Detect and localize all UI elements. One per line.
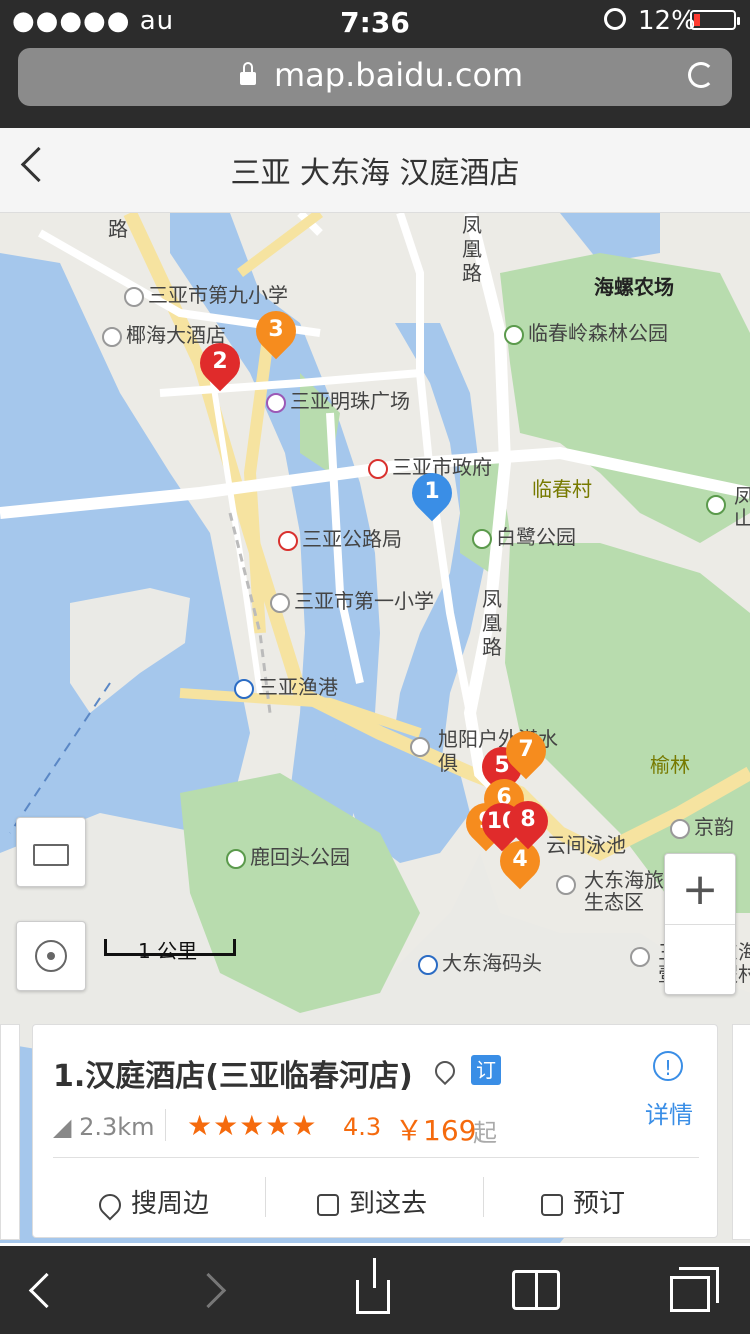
address-bar[interactable]: map.baidu.com: [18, 48, 732, 106]
locate-button[interactable]: [16, 921, 86, 991]
label-bailu-park: 白鹭公园: [472, 521, 576, 550]
school-icon: [270, 592, 290, 613]
label-haoluo-farm: 海螺农场: [594, 275, 674, 299]
page-title: 三亚 大东海 汉庭酒店: [230, 156, 520, 191]
tabs-icon[interactable]: [670, 1267, 719, 1312]
route-icon: [317, 1193, 339, 1216]
park-icon: [472, 528, 492, 549]
label-school9: 三亚市第九小学: [124, 279, 288, 308]
book-button[interactable]: 预订: [541, 1183, 625, 1220]
book-tag: 订: [471, 1055, 501, 1085]
share-icon[interactable]: [356, 1258, 390, 1314]
zoom-out-button[interactable]: [665, 925, 735, 994]
zoom-controls: +: [664, 853, 736, 995]
detail-link[interactable]: 详情: [645, 1095, 693, 1130]
status-bar: ●●●●● au 7:36 12% map.baidu.com: [0, 0, 750, 128]
label-jingyun: 京韵: [670, 811, 734, 840]
next-result-card[interactable]: [732, 1024, 750, 1240]
location-pin-icon[interactable]: [430, 1056, 460, 1086]
lock-icon: [240, 62, 256, 85]
dive-icon: [410, 737, 430, 757]
label-fenghuang-road-1: 凤凰路: [462, 213, 482, 285]
map-pin-8[interactable]: 8: [499, 792, 557, 851]
result-card[interactable]: 1.汉庭酒店(三亚临春河店) 订 ! 详情 ◢ 2.3km ★★★★★ 4.3 …: [32, 1024, 718, 1238]
layer-button[interactable]: [16, 817, 86, 887]
museum-icon: [556, 875, 576, 895]
school-icon: [124, 286, 144, 307]
building-icon: [670, 818, 690, 839]
label-road-bureau: 三亚公路局: [278, 523, 402, 552]
browser-back-icon[interactable]: [28, 1272, 65, 1309]
shopping-icon: [266, 392, 286, 413]
map-pin-2[interactable]: 2: [191, 334, 249, 393]
label-yunjian-pool: 云间泳池: [546, 833, 626, 857]
label-feng-mtn: 凤山: [706, 485, 750, 529]
navigate-button[interactable]: 到这去: [317, 1183, 427, 1220]
zoom-in-button[interactable]: +: [665, 864, 735, 915]
government-icon: [368, 458, 388, 479]
battery-icon: [690, 10, 740, 30]
map-pin-7[interactable]: 7: [497, 722, 555, 781]
battery-percent: 12%: [638, 6, 696, 36]
label-school1: 三亚市第一小学: [270, 585, 434, 614]
park-icon: [226, 848, 246, 869]
layers-icon: [33, 844, 69, 866]
reload-icon[interactable]: [688, 62, 714, 88]
label-luhuitou-park: 鹿回头公园: [226, 841, 350, 870]
star-rating: ★★★★★: [187, 1109, 318, 1142]
result-card-strip: 1.汉庭酒店(三亚临春河店) 订 ! 详情 ◢ 2.3km ★★★★★ 4.3 …: [0, 1024, 750, 1244]
url-text: map.baidu.com: [274, 56, 524, 94]
rating-score: 4.3: [343, 1113, 382, 1141]
label-mingzhu-plaza: 三亚明珠广场: [266, 385, 410, 414]
park-icon: [706, 495, 726, 515]
price: ￥169: [395, 1114, 477, 1147]
hotel-icon: [102, 326, 122, 347]
label-linchunling-park: 临春岭森林公园: [504, 317, 668, 346]
location-icon: [94, 1188, 126, 1221]
port-icon: [418, 954, 438, 975]
label-linchun-village: 临春村: [532, 477, 592, 501]
browser-forward-icon[interactable]: [190, 1272, 227, 1309]
distance: ◢ 2.3km: [53, 1113, 155, 1141]
alarm-icon: [604, 8, 626, 30]
park-icon: [504, 324, 524, 345]
checkbox-icon: [541, 1193, 563, 1216]
bookmarks-icon[interactable]: [512, 1270, 560, 1310]
government-icon: [278, 530, 298, 551]
label-dadonghai-pier: 大东海码头: [418, 947, 542, 976]
prev-result-card[interactable]: [0, 1024, 20, 1240]
road-label-top: 路: [108, 217, 128, 241]
label-fishing-port: 三亚渔港: [234, 671, 338, 700]
map-pin-3[interactable]: 3: [247, 302, 305, 361]
price-unit: 起: [473, 1119, 497, 1147]
map-scale-label: 1 公里: [138, 939, 198, 963]
search-nearby-button[interactable]: 搜周边: [94, 1183, 209, 1221]
label-yulin: 榆林: [650, 753, 690, 777]
label-fenghuang-road-2: 凤凰路: [482, 587, 502, 659]
browser-toolbar: [0, 1246, 750, 1334]
hotel-icon: [630, 947, 650, 967]
port-icon: [234, 678, 254, 699]
hotel-name[interactable]: 1.汉庭酒店(三亚临春河店): [53, 1051, 413, 1095]
map-pin-1[interactable]: 1: [403, 464, 461, 523]
page-header: 三亚 大东海 汉庭酒店: [0, 128, 750, 213]
info-icon[interactable]: !: [653, 1051, 683, 1081]
